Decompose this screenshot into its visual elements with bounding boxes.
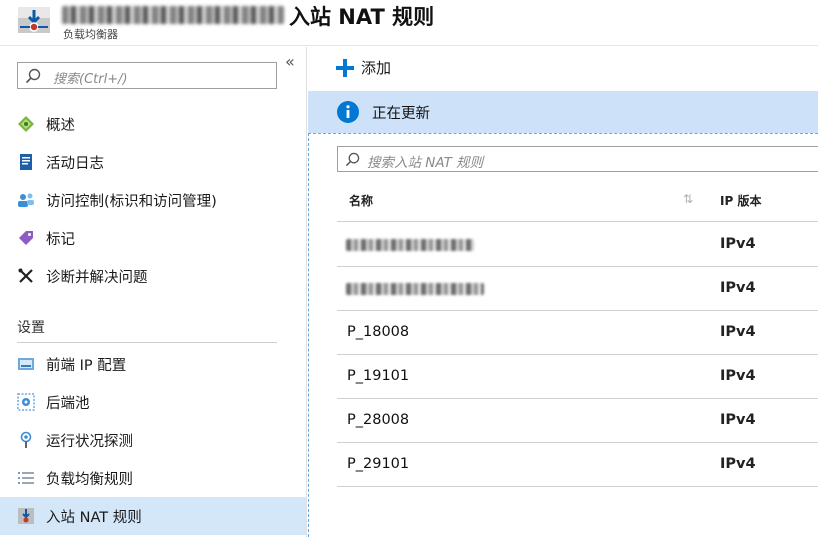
load-balancer-icon	[18, 7, 50, 33]
activity-log-icon	[17, 153, 35, 171]
search-placeholder: 搜索(Ctrl+/)	[53, 72, 128, 87]
banner-text: 正在更新	[372, 105, 430, 122]
sidebar-item-diagnose[interactable]: 诊断并解决问题	[0, 257, 306, 295]
plus-icon	[336, 58, 354, 77]
sidebar-item-activity-log[interactable]: 活动日志	[0, 143, 306, 181]
search-icon	[25, 68, 41, 84]
tag-icon	[17, 229, 35, 247]
sidebar-item-health-probe[interactable]: 运行状况探测	[0, 421, 306, 459]
inbound-nat-icon	[17, 507, 35, 525]
health-probe-icon	[17, 431, 35, 449]
access-control-icon	[17, 191, 35, 209]
lb-rules-icon	[17, 469, 35, 487]
add-button[interactable]: 添加	[335, 57, 391, 78]
sidebar-item-overview[interactable]: 概述	[0, 105, 306, 143]
sidebar-item-tags[interactable]: 标记	[0, 219, 306, 257]
table-row[interactable]: P_19101 IPv4	[337, 355, 818, 399]
sort-icon[interactable]: ⇅	[683, 192, 693, 206]
resource-type-label: 负载均衡器	[63, 28, 118, 41]
frontend-ip-icon	[17, 355, 35, 373]
redacted-resource-name	[62, 6, 284, 24]
info-icon	[337, 101, 359, 123]
backend-pool-icon	[17, 393, 35, 411]
wrench-icon	[17, 267, 35, 285]
redacted-rule-name	[346, 283, 484, 295]
sidebar-search-input[interactable]: 搜索(Ctrl+/)	[17, 62, 277, 89]
filter-input[interactable]: 搜索入站 NAT 规则	[337, 146, 818, 172]
collapse-sidebar-button[interactable]: «	[285, 52, 295, 71]
table-row[interactable]: P_18008 IPv4	[337, 311, 818, 355]
content-area: 搜索入站 NAT 规则 名称 ⇅ IP 版本 IPv4 IPv4 P_18008…	[308, 133, 818, 537]
table-row[interactable]: P_29101 IPv4	[337, 443, 818, 487]
sidebar-item-backend-pool[interactable]: 后端池	[0, 383, 306, 421]
table-row[interactable]: IPv4	[337, 267, 818, 311]
sidebar: 搜索(Ctrl+/) « 概述 活动日志 访问控制(标识和访问管理) 标记 诊断…	[0, 47, 307, 537]
page-header: 入站 NAT 规则 负载均衡器	[0, 0, 818, 46]
redacted-rule-name	[346, 239, 474, 251]
command-bar: 添加	[308, 47, 818, 91]
column-header-ip-version[interactable]: IP 版本	[720, 192, 761, 209]
section-divider	[17, 342, 277, 343]
settings-section-title: 设置	[17, 320, 45, 336]
table-row[interactable]: IPv4	[337, 223, 818, 267]
table-row[interactable]: P_28008 IPv4	[337, 399, 818, 443]
add-button-label: 添加	[361, 59, 392, 77]
column-header-name[interactable]: 名称	[349, 192, 373, 209]
overview-icon	[17, 115, 35, 133]
page-title: 入站 NAT 规则	[289, 5, 435, 29]
updating-banner: 正在更新	[308, 91, 818, 133]
filter-placeholder: 搜索入站 NAT 规则	[367, 155, 484, 171]
sidebar-item-access-control[interactable]: 访问控制(标识和访问管理)	[0, 181, 306, 219]
search-icon	[345, 152, 360, 167]
sidebar-item-lb-rules[interactable]: 负载均衡规则	[0, 459, 306, 497]
sidebar-item-frontend-ip[interactable]: 前端 IP 配置	[0, 345, 306, 383]
table-header: 名称 ⇅ IP 版本	[337, 180, 818, 222]
sidebar-item-inbound-nat[interactable]: 入站 NAT 规则	[0, 497, 306, 535]
